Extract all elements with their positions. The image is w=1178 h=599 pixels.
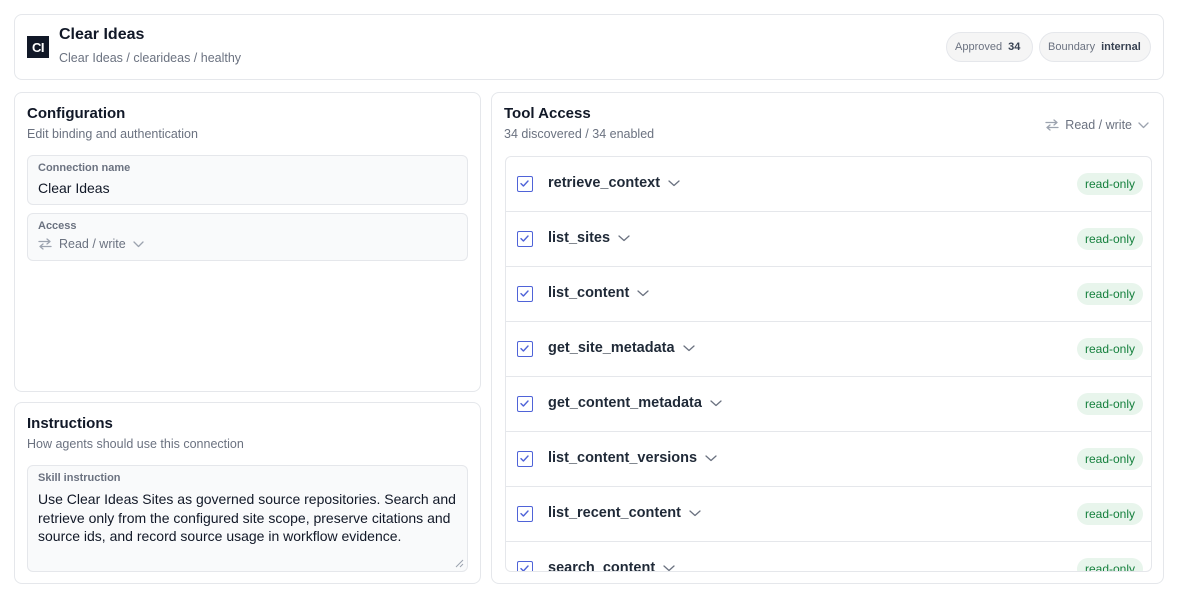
read-only-badge: read-only — [1076, 393, 1143, 415]
tool-access-subtitle: 34 discovered / 34 enabled — [504, 127, 655, 141]
tool-enabled-checkbox[interactable] — [517, 286, 533, 302]
tool-row[interactable]: search_content read-only — [506, 542, 1151, 572]
breadcrumb: Clear Ideas / clearideas / healthy — [59, 51, 242, 65]
swap-arrows-icon — [1045, 119, 1059, 131]
configuration-title: Configuration — [27, 105, 126, 122]
checkmark-icon — [520, 400, 529, 407]
approved-label: Approved — [955, 41, 1003, 53]
tool-name-toggle[interactable]: search_content — [548, 560, 675, 572]
tool-row[interactable]: get_site_metadata read-only — [506, 322, 1151, 377]
tool-name-toggle[interactable]: list_content — [548, 285, 650, 301]
chevron-down-icon — [663, 564, 675, 571]
boundary-value: internal — [1101, 41, 1141, 53]
tool-row[interactable]: get_content_metadata read-only — [506, 377, 1151, 432]
instructions-subtitle: How agents should use this connection — [27, 437, 244, 451]
chevron-down-icon — [668, 179, 680, 186]
read-only-badge: read-only — [1076, 448, 1143, 470]
tool-access-mode-value: Read / write — [1065, 118, 1132, 132]
connection-name-label: Connection name — [38, 162, 131, 174]
skill-instruction-textarea[interactable]: Use Clear Ideas Sites as governed source… — [38, 490, 458, 546]
page-title: Clear Ideas — [59, 26, 145, 43]
tool-name: list_recent_content — [548, 505, 681, 521]
access-field[interactable]: Access Read / write — [27, 213, 468, 261]
tool-row[interactable]: list_content read-only — [506, 267, 1151, 322]
connection-name-input[interactable]: Clear Ideas — [38, 180, 110, 196]
swap-arrows-icon — [38, 238, 52, 250]
access-label: Access — [38, 220, 77, 232]
tool-name-toggle[interactable]: list_content_versions — [548, 450, 717, 466]
tool-row[interactable]: list_sites read-only — [506, 212, 1151, 267]
tool-name: retrieve_context — [548, 175, 661, 191]
configuration-subtitle: Edit binding and authentication — [27, 127, 198, 141]
chevron-down-icon — [637, 289, 650, 296]
tool-name-toggle[interactable]: list_sites — [548, 230, 630, 246]
app-header: CI Clear Ideas Clear Ideas / clearideas … — [14, 14, 1164, 80]
boundary-badge: Boundary internal — [1039, 32, 1151, 62]
checkmark-icon — [520, 235, 529, 242]
chevron-down-icon — [133, 240, 144, 247]
skill-instruction-label: Skill instruction — [38, 472, 121, 484]
tool-name-toggle[interactable]: get_site_metadata — [548, 340, 695, 356]
tool-enabled-checkbox[interactable] — [517, 341, 533, 357]
read-only-badge: read-only — [1076, 338, 1143, 360]
tool-enabled-checkbox[interactable] — [517, 396, 533, 412]
connection-name-field[interactable]: Connection name Clear Ideas — [27, 155, 468, 205]
tool-name-toggle[interactable]: get_content_metadata — [548, 395, 722, 411]
tool-name: get_content_metadata — [548, 395, 702, 411]
chevron-down-icon — [682, 344, 695, 351]
checkmark-icon — [520, 180, 529, 187]
tool-name: get_site_metadata — [548, 340, 675, 356]
tool-access-panel: Tool Access 34 discovered / 34 enabled R… — [491, 92, 1164, 584]
approved-count: 34 — [1008, 41, 1021, 53]
tool-row[interactable]: list_content_versions read-only — [506, 432, 1151, 487]
read-only-badge: read-only — [1076, 173, 1143, 195]
tool-access-mode-select[interactable]: Read / write — [1045, 118, 1149, 132]
read-only-badge: read-only — [1076, 503, 1143, 525]
checkmark-icon — [520, 565, 529, 571]
tool-name: list_content — [548, 285, 630, 301]
tool-enabled-checkbox[interactable] — [517, 231, 533, 247]
tool-name-toggle[interactable]: list_recent_content — [548, 505, 701, 521]
chevron-down-icon — [710, 399, 722, 406]
checkmark-icon — [520, 510, 529, 517]
chevron-down-icon — [618, 234, 630, 241]
read-only-badge: read-only — [1076, 228, 1143, 250]
access-value: Read / write — [59, 237, 126, 251]
tool-row[interactable]: retrieve_context read-only — [506, 157, 1151, 212]
tool-name-toggle[interactable]: retrieve_context — [548, 175, 680, 191]
tool-name: search_content — [548, 560, 656, 572]
configuration-panel: Configuration Edit binding and authentic… — [14, 92, 481, 392]
access-select[interactable]: Read / write — [38, 237, 144, 251]
instructions-panel: Instructions How agents should use this … — [14, 402, 481, 584]
checkmark-icon — [520, 345, 529, 352]
tool-enabled-checkbox[interactable] — [517, 176, 533, 192]
approved-badge: Approved 34 — [946, 32, 1033, 62]
read-only-badge: read-only — [1076, 283, 1143, 305]
tool-name: list_content_versions — [548, 450, 698, 466]
tool-enabled-checkbox[interactable] — [517, 561, 533, 571]
chevron-down-icon — [1138, 121, 1149, 128]
tool-list[interactable]: retrieve_context read-only list_sites read-… — [505, 156, 1152, 572]
tool-access-title: Tool Access — [504, 105, 591, 122]
tool-name: list_sites — [548, 230, 611, 246]
tool-row[interactable]: list_recent_content read-only — [506, 487, 1151, 542]
skill-instruction-field[interactable]: Skill instruction Use Clear Ideas Sites … — [27, 465, 468, 572]
boundary-label: Boundary — [1048, 41, 1096, 53]
resize-handle-icon[interactable] — [455, 559, 464, 568]
checkmark-icon — [520, 455, 529, 462]
app-logo: CI — [27, 36, 49, 58]
read-only-badge: read-only — [1076, 558, 1143, 571]
chevron-down-icon — [705, 454, 717, 461]
instructions-title: Instructions — [27, 415, 113, 432]
chevron-down-icon — [689, 509, 701, 516]
tool-enabled-checkbox[interactable] — [517, 506, 533, 522]
checkmark-icon — [520, 290, 529, 297]
tool-enabled-checkbox[interactable] — [517, 451, 533, 467]
